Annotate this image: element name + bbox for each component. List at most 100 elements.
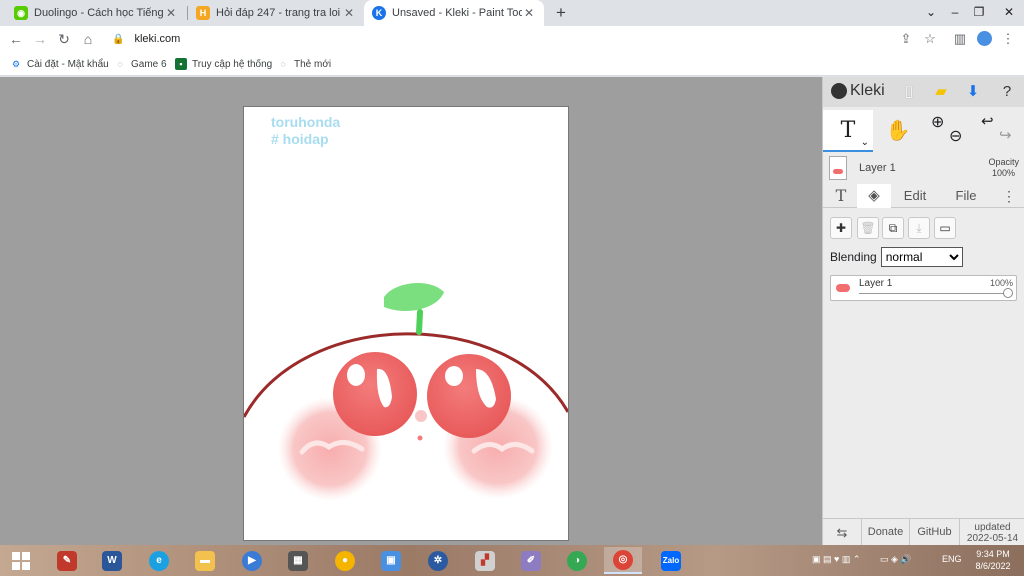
tab-edit[interactable]: Edit	[895, 184, 935, 208]
tool-icon: ▦	[288, 550, 308, 571]
help-icon[interactable]: ?	[997, 82, 1017, 102]
new-image-icon[interactable]: ▯	[899, 82, 919, 102]
bookmark-star-icon[interactable]: ☆	[920, 29, 940, 49]
system-clock[interactable]: 9:34 PM 8/6/2022	[968, 548, 1018, 572]
new-tab-button[interactable]: +	[552, 3, 570, 23]
redo-icon[interactable]: ↪	[999, 126, 1012, 144]
blending-select[interactable]: normal	[880, 247, 963, 267]
zoom-out-icon[interactable]: ⊖	[949, 126, 962, 146]
minimize-button[interactable]: –	[942, 0, 968, 26]
tray-system-icons[interactable]: ▭ ◈ 🔊	[880, 554, 912, 565]
grid-icon: ▞	[475, 550, 495, 571]
tab-layers[interactable]: ◈	[857, 184, 891, 208]
taskbar-app-chrome[interactable]: ◎	[604, 547, 642, 574]
side-panel-icon[interactable]: ▥	[950, 29, 970, 49]
swap-side-icon[interactable]: ⇆	[823, 519, 861, 546]
close-icon[interactable]: ✕	[522, 6, 536, 20]
close-icon[interactable]: ✕	[342, 6, 356, 20]
menu-icon[interactable]: ⋮	[998, 29, 1018, 49]
layer-list-item[interactable]: Layer 1 100%	[830, 275, 1017, 301]
rename-layer-button[interactable]: ▭	[934, 217, 956, 239]
reload-icon[interactable]: ↻	[54, 29, 74, 49]
taskbar-app-explorer[interactable]: ▬	[186, 547, 224, 574]
back-icon[interactable]: ←	[6, 29, 26, 49]
taskbar-app-grid[interactable]: ▞	[466, 547, 504, 574]
leaf	[384, 282, 444, 312]
taskbar-app-paint[interactable]: ✎	[48, 547, 86, 574]
chevron-down-icon[interactable]: ⌄	[861, 137, 869, 148]
profile-avatar[interactable]	[974, 29, 994, 49]
taskbar-app-image[interactable]: ▣	[372, 547, 410, 574]
photos-icon: ◑	[567, 550, 587, 571]
tab-kleki[interactable]: K Unsaved - Kleki - Paint Tool ✕	[364, 0, 544, 26]
taskbar-app-media[interactable]: ▶	[233, 547, 271, 574]
start-button[interactable]	[2, 547, 40, 574]
taskbar-app-network[interactable]: ✲	[419, 547, 457, 574]
share-icon[interactable]: ⇪	[896, 29, 916, 49]
close-window-button[interactable]: ✕	[994, 0, 1024, 26]
input-language[interactable]: ENG	[942, 554, 962, 564]
tool-row: T ⌄ ✋ ⊕ ⊖ ↩ ↪	[823, 110, 1024, 152]
globe-icon: ◌	[117, 59, 123, 69]
stem	[416, 309, 423, 335]
bookmark-label: Game 6	[131, 58, 167, 70]
hand-tool-button[interactable]: ✋	[873, 110, 923, 152]
tab-hoidap[interactable]: H Hỏi đáp 247 - trang tra loi ✕	[188, 0, 364, 26]
tray-icons[interactable]: ▣ ▤ ♥ ▥ ⌃	[812, 554, 860, 565]
undo-icon[interactable]: ↩	[981, 112, 994, 130]
lock-icon: 🔒	[112, 33, 125, 45]
forward-icon[interactable]: →	[30, 29, 50, 49]
bookmarks-bar: ⚙ Cài đặt - Mật khẩu ◌ Game 6 ▪ Truy cập…	[0, 52, 1024, 76]
restore-button[interactable]: ❐	[966, 0, 992, 26]
bookmark-item[interactable]: ▪ Truy cập hệ thống	[175, 56, 272, 72]
delete-layer-button[interactable]: 🗑	[857, 217, 879, 239]
taskbar-app-zalo[interactable]: Zalo	[652, 547, 690, 574]
tab-tool-settings[interactable]: T	[829, 184, 853, 208]
zoom-buttons: ⊕ ⊖	[925, 110, 969, 152]
download-icon[interactable]: ⬇	[963, 82, 983, 102]
tab-title: Duolingo - Cách học Tiếng Anh t	[34, 7, 164, 19]
kleki-logo[interactable]: Kleki	[831, 82, 885, 100]
drawing-workspace[interactable]: toruhonda # hoidap	[0, 77, 822, 545]
taskbar-app-paint3d[interactable]: ✐	[512, 547, 550, 574]
taskbar-app-balls[interactable]: ●	[326, 547, 364, 574]
bookmark-item[interactable]: ⚙ Cài đặt - Mật khẩu	[10, 56, 109, 72]
merge-down-button[interactable]: ⤓	[908, 217, 930, 239]
text-tool-icon: T	[840, 118, 856, 143]
blending-label: Blending	[830, 250, 877, 264]
chevron-down-icon[interactable]: ⌄	[918, 0, 944, 26]
open-folder-icon[interactable]: ▰	[931, 82, 951, 102]
bookmark-item[interactable]: ◌ Thẻ mới	[277, 56, 331, 72]
add-layer-button[interactable]: ✚	[830, 217, 852, 239]
updated-label: updated	[974, 522, 1011, 533]
taskbar-app-tool[interactable]: ▦	[279, 547, 317, 574]
close-icon[interactable]: ✕	[164, 6, 178, 20]
url-text: kleki.com	[134, 33, 181, 45]
zoom-in-icon[interactable]: ⊕	[931, 112, 944, 132]
duplicate-layer-button[interactable]: ⧉	[882, 217, 904, 239]
updated-info: updated 2022-05-14	[959, 519, 1024, 546]
opacity-value: 100%	[991, 168, 1015, 178]
opacity-slider-track[interactable]	[859, 293, 1007, 294]
tab-duolingo[interactable]: ◉ Duolingo - Cách học Tiếng Anh t ✕	[6, 0, 186, 26]
taskbar-app-word[interactable]: W	[93, 547, 131, 574]
home-icon[interactable]: ⌂	[78, 29, 98, 49]
bookmark-item[interactable]: ◌ Game 6	[114, 56, 167, 72]
taskbar-app-ie[interactable]: e	[140, 547, 178, 574]
image-icon: ▣	[381, 550, 401, 571]
donate-link[interactable]: Donate	[861, 519, 909, 546]
kleki-side-panel: Kleki ▯ ▰ ⬇ ? T ⌄ ✋ ⊕ ⊖ ↩ ↪ Layer 1 Opac…	[822, 77, 1024, 546]
bookmark-label: Thẻ mới	[294, 58, 332, 70]
more-icon[interactable]: ⋮	[1001, 184, 1017, 208]
github-link[interactable]: GitHub	[909, 519, 959, 546]
opacity-slider-handle[interactable]	[1003, 288, 1013, 298]
text-tool-button[interactable]: T ⌄	[823, 110, 873, 152]
bookmark-label: Truy cập hệ thống	[192, 58, 273, 70]
layer-thumbnail	[836, 284, 850, 292]
address-bar[interactable]: 🔒 kleki.com	[100, 27, 890, 51]
browser-toolbar: ← → ↻ ⌂ 🔒 kleki.com ⇪ ☆ ▥ ⋮	[0, 26, 1024, 52]
drawing-canvas[interactable]: toruhonda # hoidap	[244, 107, 568, 540]
taskbar-app-photos[interactable]: ◑	[558, 547, 596, 574]
tab-file[interactable]: File	[949, 184, 983, 208]
layers-icon: ◈	[868, 187, 880, 204]
